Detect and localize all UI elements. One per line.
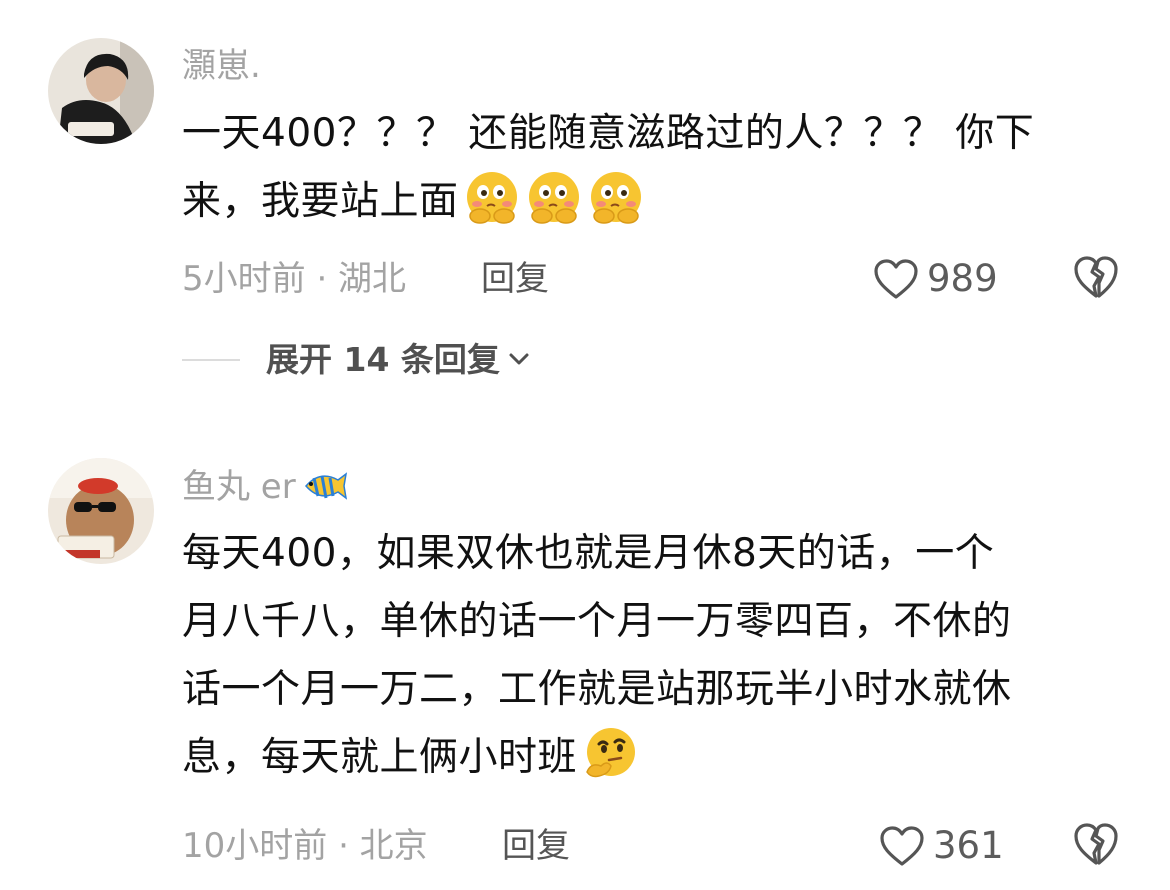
comment-text-line-with-emoji: 息，每天就上俩小时班 <box>182 724 1112 792</box>
username[interactable]: 鱼丸 er <box>182 466 350 507</box>
comment-text: 每天400，如果双休也就是月休8天的话，一个 月八千八，单休的话一个月一万零四百… <box>182 520 1112 792</box>
comment-text-line: 月八千八，单休的话一个月一万零四百，不休的 <box>182 599 1012 644</box>
comment-text-line: 每天400，如果双休也就是月休8天的话，一个 <box>182 531 995 576</box>
comment-text-line: 息，每天就上俩小时班 <box>182 735 578 780</box>
dislike-button[interactable] <box>1072 821 1122 871</box>
tropical-fish-icon <box>300 466 350 506</box>
username-text: 鱼丸 er <box>182 467 296 507</box>
comment-2: 鱼丸 er 每天400，如果双休也就是月休8天的话，一个 月八千八，单休的话一个… <box>0 0 1170 890</box>
like-button[interactable]: 361 <box>879 821 1004 871</box>
heart-outline-icon <box>879 825 925 867</box>
comment-text-line: 话一个月一万二，工作就是站那玩半小时水就休 <box>182 667 1012 712</box>
reply-button[interactable]: 回复 <box>502 826 570 866</box>
like-count: 361 <box>933 824 1004 867</box>
broken-heart-outline-icon <box>1072 823 1120 871</box>
avatar[interactable] <box>48 458 154 564</box>
thinking-emoji-icon <box>581 724 639 782</box>
timestamp-location: 10小时前 · 北京 <box>182 826 428 866</box>
